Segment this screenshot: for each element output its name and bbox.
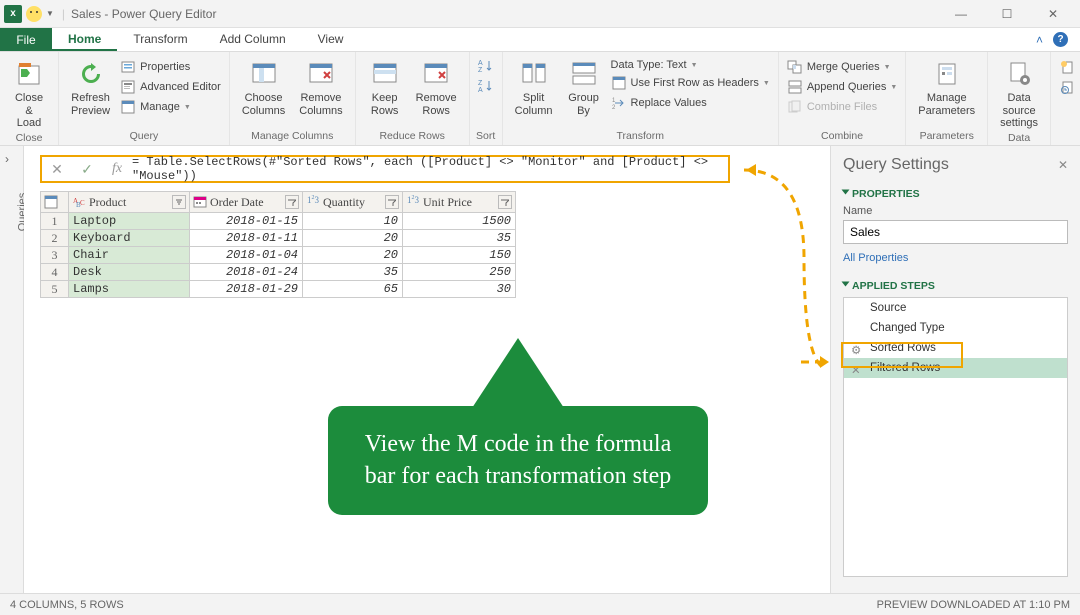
tab-add-column[interactable]: Add Column	[204, 28, 302, 51]
ribbon: Close &Load Close RefreshPreview Propert…	[0, 52, 1080, 146]
table-row: 2Keyboard2018-01-112035	[41, 230, 516, 247]
split-column-button[interactable]: SplitColumn	[509, 56, 559, 119]
qat-dropdown[interactable]: ▼	[46, 9, 54, 18]
column-filter-icon[interactable]	[172, 195, 186, 209]
combine-files-button: Combine Files	[785, 98, 899, 116]
table-row: 4Desk2018-01-2435250	[41, 264, 516, 281]
close-load-button[interactable]: Close &Load	[6, 56, 52, 132]
collapse-ribbon-icon[interactable]: ˄	[1036, 33, 1043, 47]
callout-box: View the M code in the formula bar for e…	[328, 406, 708, 515]
manage-parameters-button[interactable]: ManageParameters	[912, 56, 981, 119]
properties-button[interactable]: Properties	[118, 58, 223, 76]
tab-home[interactable]: Home	[52, 28, 117, 51]
panel-close-icon[interactable]: ✕	[1058, 158, 1068, 172]
formula-cancel-icon[interactable]: ✕	[42, 161, 72, 178]
tab-view[interactable]: View	[302, 28, 360, 51]
queries-sidebar-collapsed[interactable]: › Queries	[0, 146, 24, 593]
svg-text:A: A	[478, 60, 483, 67]
formula-accept-icon[interactable]: ✓	[72, 161, 102, 178]
svg-text:C: C	[80, 199, 85, 207]
minimize-button[interactable]: —	[938, 0, 984, 28]
table-corner[interactable]	[41, 192, 69, 213]
append-queries-button[interactable]: Append Queries▼	[785, 78, 899, 96]
choose-columns-button[interactable]: ChooseColumns	[236, 56, 291, 119]
titlebar: x ▼ | Sales - Power Query Editor — ☐ ✕	[0, 0, 1080, 28]
replace-values-button[interactable]: 12Replace Values	[609, 94, 772, 112]
panel-title: Query Settings	[843, 156, 1068, 174]
svg-text:A: A	[478, 87, 483, 92]
merge-queries-button[interactable]: Merge Queries▼	[785, 58, 899, 76]
svg-text:2: 2	[612, 105, 616, 110]
recent-sources-button[interactable]: Recent Sources▼	[1057, 78, 1080, 96]
table-row: 3Chair2018-01-0420150	[41, 247, 516, 264]
new-source-button[interactable]: New Source▼	[1057, 58, 1080, 76]
table-row: 5Lamps2018-01-296530	[41, 281, 516, 298]
query-name-input[interactable]	[843, 220, 1068, 244]
smiley-icon[interactable]	[26, 6, 42, 22]
data-table: ABCProduct Order Date 123Quantity 123Uni…	[40, 191, 516, 298]
status-bar: 4 COLUMNS, 5 ROWS PREVIEW DOWNLOADED AT …	[0, 593, 1080, 615]
help-icon[interactable]: ?	[1053, 32, 1068, 47]
keep-rows-button[interactable]: KeepRows	[362, 56, 408, 119]
all-properties-link[interactable]: All Properties	[843, 252, 1068, 264]
ribbon-tabs: File Home Transform Add Column View ˄ ?	[0, 28, 1080, 52]
sort-desc-button[interactable]: ZA	[476, 76, 496, 94]
column-filter-icon[interactable]	[498, 195, 512, 209]
data-source-settings-button[interactable]: Data sourcesettings	[994, 56, 1044, 132]
applied-steps-list: Source Changed Type ⚙Sorted Rows ✕Filter…	[843, 297, 1068, 577]
highlight-box	[841, 342, 963, 368]
group-by-button[interactable]: GroupBy	[561, 56, 607, 119]
annotation-arrow	[724, 158, 830, 518]
excel-icon: x	[4, 5, 22, 23]
close-button[interactable]: ✕	[1030, 0, 1076, 28]
status-right: PREVIEW DOWNLOADED AT 1:10 PM	[877, 599, 1070, 611]
status-left: 4 COLUMNS, 5 ROWS	[10, 599, 124, 611]
formula-bar[interactable]: ✕ ✓ fx = Table.SelectRows(#"Sorted Rows"…	[40, 155, 730, 183]
advanced-editor-button[interactable]: Advanced Editor	[118, 78, 223, 96]
sort-asc-button[interactable]: AZ	[476, 56, 496, 74]
applied-step[interactable]: Source	[844, 298, 1067, 318]
remove-rows-button[interactable]: RemoveRows	[410, 56, 463, 119]
column-filter-icon[interactable]	[385, 195, 399, 209]
file-tab[interactable]: File	[0, 28, 52, 51]
window-title: Sales - Power Query Editor	[71, 7, 216, 21]
tab-transform[interactable]: Transform	[117, 28, 203, 51]
applied-step[interactable]: Changed Type	[844, 318, 1067, 338]
remove-columns-button[interactable]: RemoveColumns	[293, 56, 348, 119]
maximize-button[interactable]: ☐	[984, 0, 1030, 28]
refresh-preview-button[interactable]: RefreshPreview	[65, 56, 116, 119]
svg-text:Z: Z	[478, 80, 483, 87]
formula-text[interactable]: = Table.SelectRows(#"Sorted Rows", each …	[132, 155, 728, 183]
fx-icon[interactable]: fx	[102, 161, 132, 177]
query-settings-panel: Query Settings ✕ PROPERTIES Name All Pro…	[830, 146, 1080, 593]
svg-text:Z: Z	[478, 67, 483, 72]
manage-button[interactable]: Manage▼	[118, 98, 223, 116]
data-type-button[interactable]: Data Type: Text▼	[609, 58, 772, 72]
first-row-headers-button[interactable]: Use First Row as Headers▼	[609, 74, 772, 92]
column-filter-icon[interactable]	[285, 195, 299, 209]
table-row: 1Laptop2018-01-15101500	[41, 213, 516, 230]
